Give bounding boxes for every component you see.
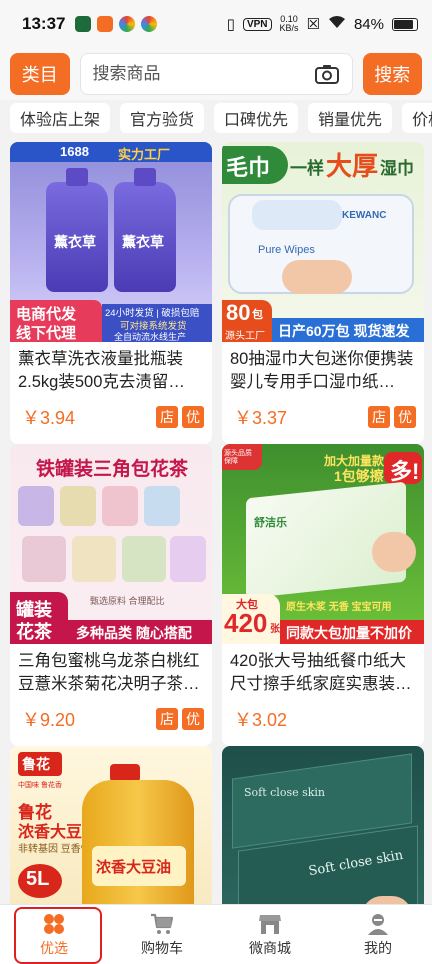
product-card[interactable]: 铁罐装三角包花茶 甄选原料 合理配比 罐装 花茶 多种品类 随心搭配 三角包蜜桃… [10,444,212,746]
sim-off-icon: ☒ [306,16,320,33]
search-box[interactable] [79,53,353,95]
filter-chip-experience-store[interactable]: 体验店上架 [10,103,111,133]
app-notification-icon [75,16,92,32]
store-tag: 店 [368,406,390,428]
filter-chip-sales[interactable]: 销量优先 [308,103,393,133]
battery-icon [392,17,418,31]
nav-label: 微商城 [249,939,291,956]
product-title: 420张大号抽纸餐巾纸大尺寸擦手纸家庭实惠装… [230,652,412,693]
search-button[interactable]: 搜索 [362,53,422,95]
product-title: 三角包蜜桃乌龙茶白桃红豆薏米茶菊花决明子茶… [18,652,200,693]
nav-label: 我的 [364,939,392,956]
product-price: ￥3.37 [234,408,288,428]
status-time: 13:37 [22,14,66,33]
vpn-badge: VPN [242,17,272,31]
status-bar: 13:37 ▯ VPN 0.10 KB/s ☒ 84% [0,0,432,48]
app-notification-icon [97,16,114,32]
product-title: 薰衣草洗衣液量批瓶装2.5kg装500克去渍留… [18,350,185,391]
product-price: ￥9.20 [22,710,76,730]
product-price: ￥3.94 [22,408,76,428]
product-image: 1688 实力工厂 薰衣草 薰衣草 电商代发 线下代理 24小时发货 | 破损包… [10,142,212,342]
product-image: 源头品质保障 加大加量款 1包够擦 多! 舒洁乐 大包 420 张 原生木浆 无… [222,444,424,644]
product-card[interactable]: 毛巾 一样 大厚 湿巾 KEWANC Pure Wipes 80 包 源头工厂 … [222,142,424,444]
product-card[interactable]: 鲁花 中国味 鲁花香 鲁花 浓香大豆油 非转基因 豆香怡人 5L 浓香大豆油 [10,746,212,904]
store-icon [258,912,282,936]
nav-item-featured[interactable]: 优选 [0,905,108,964]
product-grid: 1688 实力工厂 薰衣草 薰衣草 电商代发 线下代理 24小时发货 | 破损包… [0,140,432,904]
camera-icon[interactable] [314,63,340,85]
wifi-icon [328,15,346,33]
product-image: 毛巾 一样 大厚 湿巾 KEWANC Pure Wipes 80 包 源头工厂 … [222,142,424,342]
preferred-tag: 优 [394,406,416,428]
nav-label: 购物车 [141,939,183,956]
filter-chip-price[interactable]: 价格 [402,103,432,133]
battery-percent: 84% [353,15,384,33]
product-image: Soft close skin Soft close skin [222,746,424,904]
product-price: ￥3.02 [234,710,288,730]
cart-icon [150,912,174,936]
category-button[interactable]: 类目 [10,53,70,95]
bottom-nav: 优选 购物车 微商城 我的 [0,904,432,964]
search-input[interactable] [92,64,314,84]
nav-item-cart[interactable]: 购物车 [108,905,216,964]
store-tag: 店 [156,708,178,730]
app-notification-icon [119,16,136,32]
nav-item-store[interactable]: 微商城 [216,905,324,964]
app-notification-icon [141,16,158,32]
clover-icon [42,912,66,936]
search-header: 类目 搜索 [0,48,432,100]
product-title: 80抽湿巾大包迷你便携装婴儿专用手口湿巾纸… [230,350,414,391]
filter-chip-reputation[interactable]: 口碑优先 [214,103,299,133]
preferred-tag: 优 [182,708,204,730]
store-tag: 店 [156,406,178,428]
vibrate-icon: ▯ [226,16,235,33]
product-image: 鲁花 中国味 鲁花香 鲁花 浓香大豆油 非转基因 豆香怡人 5L 浓香大豆油 [10,746,212,904]
network-speed: 0.10 KB/s [279,14,299,33]
preferred-tag: 优 [182,406,204,428]
filter-chips: 体验店上架 官方验货 口碑优先 销量优先 价格 [0,100,432,136]
product-card[interactable]: 源头品质保障 加大加量款 1包够擦 多! 舒洁乐 大包 420 张 原生木浆 无… [222,444,424,746]
nav-item-profile[interactable]: 我的 [324,905,432,964]
nav-label: 优选 [40,939,68,956]
product-image: 铁罐装三角包花茶 甄选原料 合理配比 罐装 花茶 多种品类 随心搭配 [10,444,212,644]
product-card[interactable]: 1688 实力工厂 薰衣草 薰衣草 电商代发 线下代理 24小时发货 | 破损包… [10,142,212,444]
filter-chip-official-inspection[interactable]: 官方验货 [120,103,205,133]
profile-icon [366,912,390,936]
product-card[interactable]: Soft close skin Soft close skin [222,746,424,904]
